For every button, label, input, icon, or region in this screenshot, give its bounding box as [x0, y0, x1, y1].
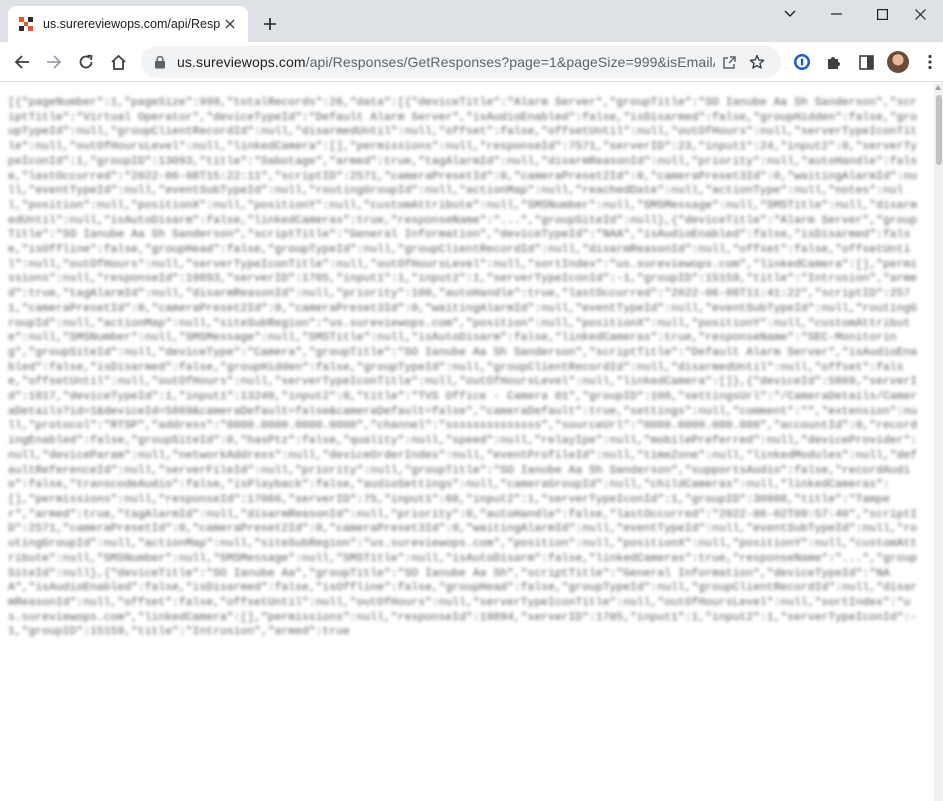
maximize-icon — [876, 8, 888, 20]
password-manager-icon — [794, 54, 810, 70]
close-icon — [225, 19, 235, 29]
side-panel-button[interactable] — [852, 48, 880, 76]
browser-toolbar: us.sureviewops.com/api/Responses/GetResp… — [0, 42, 943, 82]
chevron-down-icon — [784, 10, 796, 17]
url-text[interactable]: us.sureviewops.com/api/Responses/GetResp… — [177, 54, 715, 70]
url-path: /api/Responses/GetResponses?page=1&pageS… — [305, 54, 715, 70]
arrow-right-icon — [47, 55, 62, 69]
scroll-up-arrow-icon[interactable] — [935, 85, 941, 90]
home-icon — [110, 54, 126, 70]
new-tab-button[interactable] — [258, 12, 282, 36]
tab-close-button[interactable] — [220, 14, 240, 34]
star-icon — [749, 54, 765, 69]
home-button[interactable] — [102, 46, 134, 78]
browser-menu-button[interactable] — [916, 48, 943, 76]
puzzle-icon — [828, 57, 840, 69]
tab-strip: us.surereviewops.com/api/Respons — [0, 0, 943, 42]
close-window-button[interactable] — [897, 0, 943, 28]
bookmark-star-button[interactable] — [743, 48, 771, 76]
json-response-text: [{"pageNumber":1,"pageSize":999,"totalRe… — [8, 97, 918, 639]
scrollbar-thumb[interactable] — [936, 95, 942, 165]
share-button[interactable] — [715, 48, 743, 76]
tab-search-button[interactable] — [767, 0, 813, 28]
lock-icon[interactable] — [153, 55, 167, 69]
address-bar[interactable]: us.sureviewops.com/api/Responses/GetResp… — [141, 46, 781, 78]
back-button[interactable] — [6, 46, 38, 78]
close-icon — [914, 8, 926, 20]
reload-icon — [79, 54, 93, 69]
profile-button[interactable] — [884, 48, 912, 76]
forward-button[interactable] — [38, 46, 70, 78]
kebab-menu-icon — [928, 54, 932, 70]
reload-button[interactable] — [70, 46, 102, 78]
sureview-logo-icon — [19, 17, 33, 31]
page-content: [{"pageNumber":1,"pageSize":999,"totalRe… — [0, 83, 943, 801]
extensions-button[interactable] — [820, 48, 848, 76]
password-manager-extension[interactable] — [788, 48, 816, 76]
share-icon — [722, 55, 736, 69]
arrow-left-icon — [14, 55, 29, 69]
plus-icon — [264, 18, 276, 30]
minimize-icon — [830, 13, 842, 15]
avatar — [887, 51, 909, 73]
minimize-button[interactable] — [813, 0, 859, 28]
tab-title: us.surereviewops.com/api/Respons — [43, 17, 220, 31]
vertical-scrollbar[interactable] — [934, 83, 943, 801]
side-panel-icon — [858, 54, 874, 70]
url-host: us.sureviewops.com — [177, 54, 306, 70]
active-tab[interactable]: us.surereviewops.com/api/Respons — [8, 6, 248, 42]
